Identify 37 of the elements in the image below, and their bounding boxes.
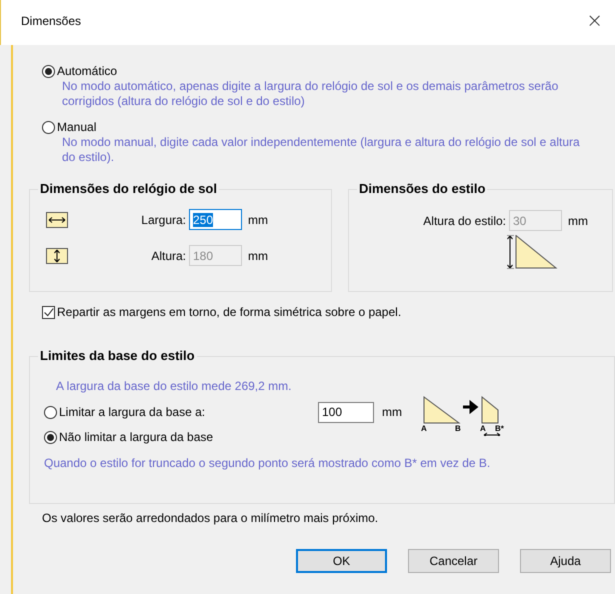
rounding-note: Os valores serão arredondados para o milímetro mais próximo. [42, 511, 380, 525]
unit-label: mm [568, 214, 589, 228]
truncation-drawing: A B A B* [414, 394, 514, 436]
description-text: No modo automático, apenas digite a largura do relógio de sol e os demais parâmetros serão corrigidos (altura do relógio de sol e do estilo) [62, 79, 560, 109]
checkmark-icon [43, 306, 54, 318]
field-label: Altura do estilo: [423, 214, 506, 228]
info-text: A largura da base do estilo mede 269,2 mm. [56, 379, 292, 394]
height-icon [46, 248, 68, 264]
dialog-button[interactable]: Cancelar [408, 549, 499, 573]
radio-label[interactable]: Automático [57, 64, 118, 78]
width-icon [46, 212, 68, 228]
checkbox-label[interactable]: Repartir as margens em torno, de forma simétrica sobre o papel. [57, 305, 402, 319]
radio-label[interactable]: Limitar a largura da base a: [59, 405, 259, 419]
unit-label: mm [382, 405, 403, 419]
close-button[interactable]: × [582, 8, 607, 32]
input-field[interactable]: 250 [189, 209, 242, 230]
field-label: Largura: [140, 212, 186, 226]
dialog-button[interactable]: Ajuda [520, 549, 611, 573]
field-label: Altura: [150, 248, 186, 262]
radio-label[interactable]: Não limitar a largura da base [59, 430, 259, 444]
unit-label: mm [248, 212, 269, 226]
triangle-height-icon [506, 235, 558, 269]
checkbox[interactable] [42, 306, 55, 318]
note-text: Quando o estilo for truncado o segundo ponto será mostrado como B* em vez de B. [44, 456, 492, 471]
unit-label: mm [248, 248, 269, 262]
window-title: Dimensões [21, 14, 82, 28]
group-title: Dimensões do relógio de sol [38, 181, 219, 196]
radio-button[interactable] [42, 64, 55, 78]
radio-button[interactable] [42, 120, 55, 134]
dialog-button[interactable]: OK [296, 549, 387, 573]
description-text: No modo manual, digite cada valor independentemente (largura e altura do relógio de sol e altura do estilo). [62, 135, 581, 165]
group-title: Dimensões do estilo [357, 181, 488, 196]
radio-button[interactable] [44, 430, 57, 444]
radio-label[interactable]: Manual [57, 120, 96, 134]
input-field[interactable]: 100 [318, 402, 374, 422]
radio-button[interactable] [44, 406, 57, 418]
group-title: Limites da base do estilo [38, 348, 197, 363]
